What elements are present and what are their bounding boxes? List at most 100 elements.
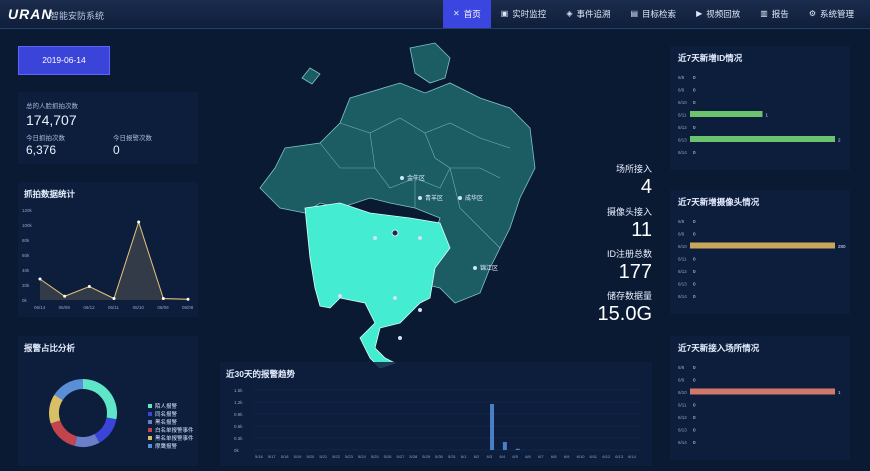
nav-item-3[interactable]: ▤ 目标检索 bbox=[620, 0, 686, 28]
x-tick-label: 6/12 bbox=[602, 454, 611, 459]
nav-item-label: 系统管理 bbox=[819, 9, 854, 19]
bar-value-label: 280 bbox=[838, 244, 846, 249]
data-point bbox=[63, 294, 67, 298]
x-tick-label: 6/9 bbox=[564, 454, 570, 459]
bar-value-label: 0 bbox=[693, 88, 696, 93]
y-tick-label: 1.5k bbox=[234, 388, 243, 393]
legend-item: 陌人报警 bbox=[148, 402, 177, 410]
map-label-jinniu: 金牛区 bbox=[407, 174, 425, 182]
nav-item-label: 首页 bbox=[463, 9, 481, 19]
line-area bbox=[40, 222, 188, 300]
nav-item-0[interactable]: ✕ 首页 bbox=[443, 0, 491, 28]
bar bbox=[515, 448, 520, 450]
bar-value-label: 0 bbox=[693, 415, 696, 420]
x-tick-label: 5/27 bbox=[397, 454, 406, 459]
x-tick-label: 5/21 bbox=[319, 454, 328, 459]
bar-category-label: 6/14 bbox=[678, 294, 687, 299]
legend-label: 黑名单报警事件 bbox=[155, 436, 194, 442]
x-tick-label: 5/31 bbox=[448, 454, 457, 459]
total-capture-label: 总的人脸抓拍次数 bbox=[26, 103, 78, 110]
total-capture-value: 174,707 bbox=[26, 112, 77, 128]
bar-value-label: 0 bbox=[693, 100, 696, 105]
bar-category-label: 6/9 bbox=[678, 232, 685, 237]
x-tick-label: 5/28 bbox=[409, 454, 418, 459]
summary-label: 储存数据量 bbox=[606, 291, 652, 301]
bar-value-label: 0 bbox=[693, 440, 696, 445]
bar-value-label: 0 bbox=[693, 365, 696, 370]
x-tick-label: 6/11 bbox=[590, 454, 598, 459]
bar-value-label: 0 bbox=[693, 403, 696, 408]
legend-label: 黑名报警 bbox=[155, 420, 178, 426]
x-tick-label: 5/29 bbox=[422, 454, 431, 459]
nav-item-5[interactable]: ▥ 报告 bbox=[750, 0, 799, 28]
monitor-icon: ▣ bbox=[500, 9, 509, 18]
recent-stats-panel: 近7天新增摄像头情况 6/8 0 6/9 0 6/10 280 6/11 0 6/12 0 6/13 0… bbox=[670, 190, 850, 314]
nav-item-4[interactable]: ▶ 视频回放 bbox=[686, 0, 750, 28]
nav-item-label: 实时监控 bbox=[512, 9, 547, 19]
top-bar: URAN 智能安防系统 ✕ 首页 ▣ 实时监控 ◈ 事件追溯 ▤ 目标检索 ▶ 视频回放 ▥ 报告 ⚙ 系… bbox=[0, 0, 870, 29]
x-tick-label: 06/14 bbox=[34, 305, 46, 310]
trend-panel: 近30天的报警趋势 0k 0.3k 0.6k 0.9k 1.2k 1.5k 5/16 5/17… bbox=[220, 362, 652, 466]
bar-category-label: 6/9 bbox=[678, 88, 685, 93]
app-title: 智能安防系统 bbox=[50, 11, 105, 21]
bar-category-label: 6/13 bbox=[678, 138, 687, 143]
x-tick-label: 5/24 bbox=[358, 454, 367, 459]
nav-item-2[interactable]: ◈ 事件追溯 bbox=[556, 0, 620, 28]
summary-label: 摄像头接入 bbox=[606, 207, 652, 217]
highlighted-district[interactable] bbox=[304, 202, 451, 368]
nav-item-6[interactable]: ⚙ 系统管理 bbox=[799, 0, 864, 28]
x-tick-label: 6/10 bbox=[577, 454, 586, 459]
nav-item-1[interactable]: ▣ 实时监控 bbox=[491, 0, 557, 28]
bar-value-label: 0 bbox=[693, 150, 696, 155]
bar-value-label: 0 bbox=[693, 294, 696, 299]
y-tick-label: 0.6k bbox=[234, 424, 243, 429]
search-icon: ▤ bbox=[630, 9, 639, 18]
y-tick-label: 0.9k bbox=[234, 412, 243, 417]
pie-slice bbox=[54, 379, 83, 401]
y-tick-label: 60k bbox=[22, 253, 30, 258]
x-tick-label: 6/3 bbox=[487, 454, 493, 459]
recent-bar-chart: 6/8 0 6/9 0 6/10 280 6/11 0 6/12 0 6/13 0 6/14 0 bbox=[678, 219, 846, 299]
x-tick-label: 5/20 bbox=[306, 454, 315, 459]
trend-bar-chart: 0k0.3k0.6k0.9k1.2k1.5k5/16 5/17 5/18 5/19 5/… bbox=[234, 388, 640, 459]
x-tick-label: 5/18 bbox=[281, 454, 290, 459]
bar-category-label: 6/10 bbox=[678, 390, 687, 395]
y-tick-label: 80k bbox=[22, 238, 30, 243]
bar-value-label: 0 bbox=[693, 125, 696, 130]
x-tick-label: 06/08 bbox=[182, 305, 194, 310]
bar-category-label: 6/11 bbox=[678, 403, 687, 408]
x-tick-label: 06/09 bbox=[59, 305, 71, 310]
y-tick-label: 20k bbox=[22, 283, 30, 288]
x-tick-label: 06/12 bbox=[83, 305, 95, 310]
x-tick-label: 6/6 bbox=[525, 454, 531, 459]
x-tick-label: 6/14 bbox=[628, 454, 637, 459]
legend-item: 摩鹰报警 bbox=[148, 442, 177, 450]
bar-value-label: 0 bbox=[693, 219, 696, 224]
x-tick-label: 06/09 bbox=[157, 305, 169, 310]
x-tick-label: 6/1 bbox=[461, 454, 467, 459]
bar-value-label: 1 bbox=[766, 113, 769, 118]
capture-line-chart: 0k 20k 40k 60k 80k 100k 120k 06/14 06/09 06/12 06/… bbox=[22, 208, 194, 310]
legend-item: 白名单报警事件 bbox=[148, 426, 194, 434]
legend-item: 同名报警 bbox=[148, 410, 177, 418]
legend-swatch bbox=[148, 436, 152, 440]
legend-label: 陌人报警 bbox=[155, 404, 178, 410]
bar-value-label: 0 bbox=[693, 257, 696, 262]
legend-item: 黑名单报警事件 bbox=[148, 434, 194, 442]
today-alarm-label: 今日报警次数 bbox=[113, 135, 152, 142]
bar bbox=[690, 242, 835, 249]
bar-category-label: 6/14 bbox=[678, 440, 687, 445]
data-point bbox=[137, 220, 141, 224]
legend-label: 白名单报警事件 bbox=[155, 428, 194, 434]
x-tick-label: 6/13 bbox=[615, 454, 624, 459]
today-capture-value: 6,376 bbox=[26, 143, 57, 157]
bar-category-label: 6/8 bbox=[678, 75, 685, 80]
x-tick-label: 6/8 bbox=[551, 454, 557, 459]
nav-item-label: 报告 bbox=[771, 9, 789, 19]
x-tick-label: 6/4 bbox=[499, 454, 505, 459]
bar-value-label: 0 bbox=[693, 75, 696, 80]
bar-category-label: 6/12 bbox=[678, 125, 687, 130]
date-picker[interactable]: 2019-06-14 bbox=[18, 46, 110, 75]
summary-value: 177 bbox=[618, 261, 652, 283]
legend-swatch bbox=[148, 420, 152, 424]
